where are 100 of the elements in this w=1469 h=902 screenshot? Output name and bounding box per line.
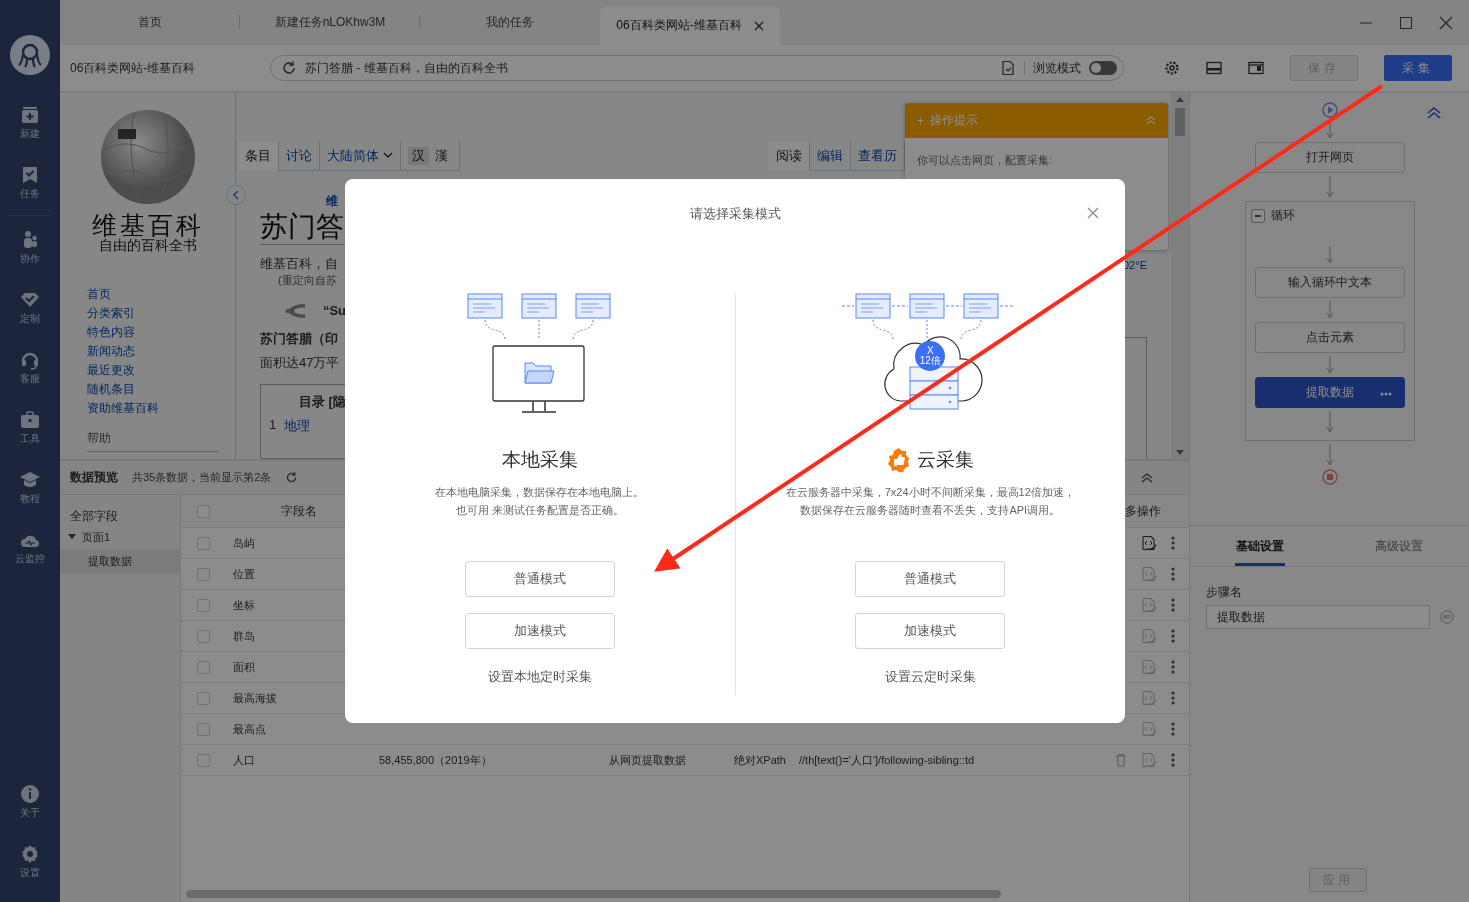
quote-mark-icon — [284, 302, 307, 319]
sidebar-item[interactable]: 定制 — [0, 278, 60, 338]
checkbox[interactable] — [197, 629, 210, 643]
more-icon[interactable] — [1171, 660, 1175, 674]
tab[interactable]: 06百科类网站-维基百科 — [600, 6, 780, 45]
option-description: 数据保存在云服务器随时查看不丢失，支持API调用。 — [800, 503, 1061, 518]
mode-button[interactable]: 普通模式 — [464, 561, 615, 597]
nav-link[interactable]: 特色内容 — [87, 322, 235, 342]
settings-tab[interactable]: 基础设置 — [1234, 526, 1285, 566]
tree-item[interactable]: 全部字段 — [60, 507, 180, 525]
settings-tab[interactable]: 高级设置 — [1329, 526, 1469, 566]
code-edit-icon[interactable] — [1141, 535, 1157, 551]
page-tab[interactable]: 编辑 — [810, 141, 851, 171]
sidebar-item[interactable]: 客服 — [0, 338, 60, 398]
tab[interactable]: 首页 — [60, 0, 240, 45]
scrollbar[interactable] — [186, 890, 1001, 898]
flow-step[interactable]: 点击元素 — [1254, 322, 1405, 353]
tree-item[interactable]: 提取数据 — [60, 549, 180, 573]
browse-mode-toggle[interactable] — [1089, 61, 1117, 75]
chevron-left-icon[interactable] — [232, 190, 240, 200]
page-tab[interactable]: 阅读 — [769, 141, 810, 171]
page-tab[interactable]: 讨论 — [279, 141, 320, 171]
nav-link[interactable]: 随机条目 — [87, 379, 235, 399]
mode-button[interactable]: 加速模式 — [464, 613, 615, 649]
sidebar-item[interactable]: 教程 — [0, 458, 60, 518]
checkbox[interactable] — [197, 567, 210, 581]
sidebar-item[interactable]: 任务 — [0, 153, 60, 213]
loop-header[interactable]: 循环 — [1245, 202, 1414, 229]
variant-tab[interactable]: 汉 — [408, 146, 429, 165]
sidebar-item[interactable]: 云监控 — [0, 518, 60, 578]
thumbs-up-icon — [886, 448, 911, 472]
maximize-icon[interactable] — [1399, 15, 1413, 30]
checkbox[interactable] — [197, 504, 210, 518]
scroll-up-icon[interactable] — [1176, 97, 1184, 102]
avatar-icon[interactable] — [10, 35, 50, 75]
contents-link[interactable]: 地理 — [284, 416, 311, 435]
flow-step[interactable]: 打开网页 — [1254, 142, 1405, 173]
checkbox[interactable] — [197, 536, 210, 550]
tab[interactable]: 新建任务nLOKhw3M — [240, 0, 420, 45]
variant-tab[interactable]: 漢 — [431, 146, 452, 165]
nav-link[interactable]: 分类索引 — [87, 303, 235, 323]
bookmark-check-icon — [20, 165, 40, 185]
more-icon[interactable] — [1171, 691, 1175, 705]
minus-box-icon[interactable] — [1250, 208, 1265, 223]
scrollbar-thumb[interactable] — [1175, 108, 1185, 136]
nav-link[interactable]: 新闻动态 — [87, 341, 235, 361]
close-icon[interactable] — [1439, 15, 1453, 30]
plus-box-icon — [20, 105, 40, 125]
checkbox[interactable] — [197, 691, 210, 705]
variant-dropdown[interactable]: 大陆简体 — [320, 141, 401, 171]
flow-step[interactable]: 输入循环中文本 — [1254, 267, 1405, 298]
sidebar-item[interactable]: 协作 — [0, 218, 60, 278]
refresh-icon[interactable] — [285, 471, 299, 484]
more-icon[interactable] — [1171, 629, 1175, 643]
page-tab[interactable]: 条目 — [238, 141, 279, 171]
api-icon[interactable] — [1440, 610, 1454, 624]
play-icon[interactable] — [1321, 102, 1338, 118]
more-icon[interactable] — [1171, 753, 1175, 767]
caret-icon[interactable] — [383, 152, 393, 159]
schedule-link[interactable]: 设置本地定时采集 — [487, 668, 592, 686]
schedule-link[interactable]: 设置云定时采集 — [884, 668, 976, 686]
scrollbar[interactable] — [1171, 93, 1189, 459]
mode-button[interactable]: 普通模式 — [855, 561, 1006, 597]
more-icon[interactable] — [1171, 536, 1175, 550]
sidebar-item[interactable]: 设置 — [0, 832, 60, 892]
more-icon[interactable] — [1379, 392, 1392, 396]
panel-layout-icon[interactable] — [1206, 60, 1222, 76]
checkbox[interactable] — [197, 598, 210, 612]
caret-icon[interactable] — [68, 534, 76, 540]
flow-step[interactable]: 提取数据 — [1254, 377, 1405, 408]
step-name-field[interactable]: 提取数据 — [1206, 605, 1430, 629]
settings-icon[interactable] — [1164, 60, 1180, 76]
mode-button[interactable]: 加速模式 — [855, 613, 1006, 649]
collapse-icon[interactable] — [1141, 472, 1153, 483]
refresh-icon[interactable] — [281, 60, 297, 76]
collapse-button[interactable] — [226, 185, 246, 205]
more-icon[interactable] — [1171, 598, 1175, 612]
tab[interactable]: 我的任务 — [420, 0, 600, 45]
window-layout-icon[interactable] — [1248, 60, 1264, 76]
close-icon[interactable] — [753, 20, 764, 31]
nav-link[interactable]: 最近更改 — [87, 360, 235, 380]
stop-icon[interactable] — [1321, 469, 1338, 485]
checkbox[interactable] — [197, 722, 210, 736]
scroll-down-icon[interactable] — [1176, 450, 1184, 455]
close-icon[interactable] — [1086, 207, 1100, 221]
table-cell-text: 最高点 — [232, 721, 267, 737]
checkbox[interactable] — [197, 660, 210, 674]
checkbox[interactable] — [197, 753, 210, 767]
more-icon[interactable] — [1171, 722, 1175, 736]
tree-item[interactable]: 页面1 — [60, 525, 180, 549]
sidebar-item[interactable]: 关于 — [0, 772, 60, 832]
document-icon[interactable] — [1000, 60, 1016, 76]
sidebar-item[interactable]: 新建 — [0, 93, 60, 153]
collapse-icon[interactable] — [1427, 107, 1441, 122]
plus-sign: + — [917, 113, 924, 128]
collect-button[interactable]: 采集 — [1384, 55, 1452, 81]
trash-icon[interactable] — [1115, 753, 1127, 767]
more-icon[interactable] — [1171, 567, 1175, 581]
nav-link[interactable]: 资助维基百科 — [87, 398, 235, 418]
nav-link[interactable]: 首页 — [87, 284, 235, 304]
